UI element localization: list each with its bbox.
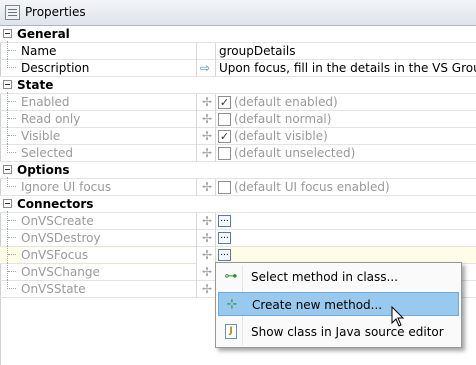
property-row-enabled[interactable]: Enabled ✢ ✓ (default enabled) [0,92,476,111]
property-label: Name [21,44,57,58]
plus-icon[interactable]: ✢ [202,283,212,295]
view-title: Properties [25,5,86,19]
category-label: State [17,78,54,92]
property-label: OnVSDestroy [21,231,101,245]
enabled-checkbox[interactable]: ✓ [218,96,231,109]
property-label: OnVSChange [21,265,100,279]
property-row-description[interactable]: Description ⇨ Upon focus, fill in the de… [0,58,476,77]
enabled-value: (default enabled) [234,95,338,109]
read-only-checkbox[interactable] [218,113,231,126]
mouse-pointer-icon [391,306,405,327]
property-row-selected[interactable]: Selected ✢ (default unselected) [0,143,476,162]
menu-item-label: Create new method... [252,298,383,312]
ignore-ui-focus-checkbox[interactable] [218,181,231,194]
arrow-icon[interactable]: ⇨ [200,61,210,75]
plus-icon[interactable]: ✢ [202,130,212,142]
selected-checkbox[interactable] [218,147,231,160]
property-row-onvsdestroy[interactable]: OnVSDestroy ✢ ... [0,228,476,247]
description-value[interactable]: Upon focus, fill in the details in the V… [219,61,476,75]
property-label: OnVSState [21,282,86,296]
selected-value: (default unselected) [234,146,356,160]
property-row-ignore-ui-focus[interactable]: Ignore UI focus ✢ (default UI focus enab… [0,177,476,196]
plus-icon[interactable]: ✢ [202,215,212,227]
property-label: Enabled [21,95,70,109]
category-connectors[interactable]: Connectors [0,196,476,213]
category-label: Connectors [17,197,94,211]
category-state[interactable]: State [0,77,476,94]
method-link-icon: ⊶ [224,269,238,284]
properties-view-icon [5,5,20,20]
ignore-ui-focus-value: (default UI focus enabled) [234,180,390,194]
plus-icon[interactable]: ✢ [202,181,212,193]
property-label: OnVSCreate [21,214,94,228]
java-file-icon: J [225,324,237,339]
plus-icon[interactable]: ✢ [202,232,212,244]
property-label: Description [21,61,90,75]
menu-item-label: Select method in class... [251,270,398,284]
properties-title-bar: Properties [0,0,476,26]
category-general[interactable]: General [0,26,476,43]
read-only-value: (default normal) [234,112,332,126]
collapse-icon[interactable] [3,165,12,174]
property-label: Selected [21,146,74,160]
name-value[interactable]: groupDetails [219,44,295,58]
collapse-icon[interactable] [3,199,12,208]
category-options[interactable]: Options [0,162,476,179]
property-row-read-only[interactable]: Read only ✢ (default normal) [0,109,476,128]
collapse-icon[interactable] [3,29,12,38]
property-label: Visible [21,129,61,143]
plus-icon[interactable]: ✢ [202,266,212,278]
plus-icon[interactable]: ✢ [202,113,212,125]
property-row-visible[interactable]: Visible ✢ ✓ (default visible) [0,126,476,145]
visible-value: (default visible) [234,129,328,143]
menu-item-create-method[interactable]: ⊹ Create new method... [218,292,459,316]
collapse-icon[interactable] [3,80,12,89]
property-row-onvscreate[interactable]: OnVSCreate ✢ ... [0,211,476,230]
plus-icon[interactable]: ✢ [202,96,212,108]
property-label: OnVSFocus [21,248,196,262]
ellipsis-button[interactable]: ... [218,232,231,244]
menu-item-select-method[interactable]: ⊶ Select method in class... [218,265,459,289]
property-label: Read only [21,112,81,126]
menu-item-label: Show class in Java source editor [251,325,444,339]
menu-item-show-class[interactable]: J Show class in Java source editor [218,320,459,344]
visible-checkbox[interactable]: ✓ [218,130,231,143]
property-row-name[interactable]: Name groupDetails [0,41,476,60]
plus-icon[interactable]: ✢ [202,249,212,261]
category-label: Options [17,163,70,177]
ellipsis-button[interactable]: ... [218,215,231,227]
property-label: Ignore UI focus [21,180,112,194]
plus-icon[interactable]: ✢ [202,147,212,159]
new-method-icon: ⊹ [226,297,238,312]
category-label: General [17,27,70,41]
connector-context-menu: ⊶ Select method in class... ⊹ Create new… [215,262,462,348]
ellipsis-button[interactable]: ... [218,249,231,261]
